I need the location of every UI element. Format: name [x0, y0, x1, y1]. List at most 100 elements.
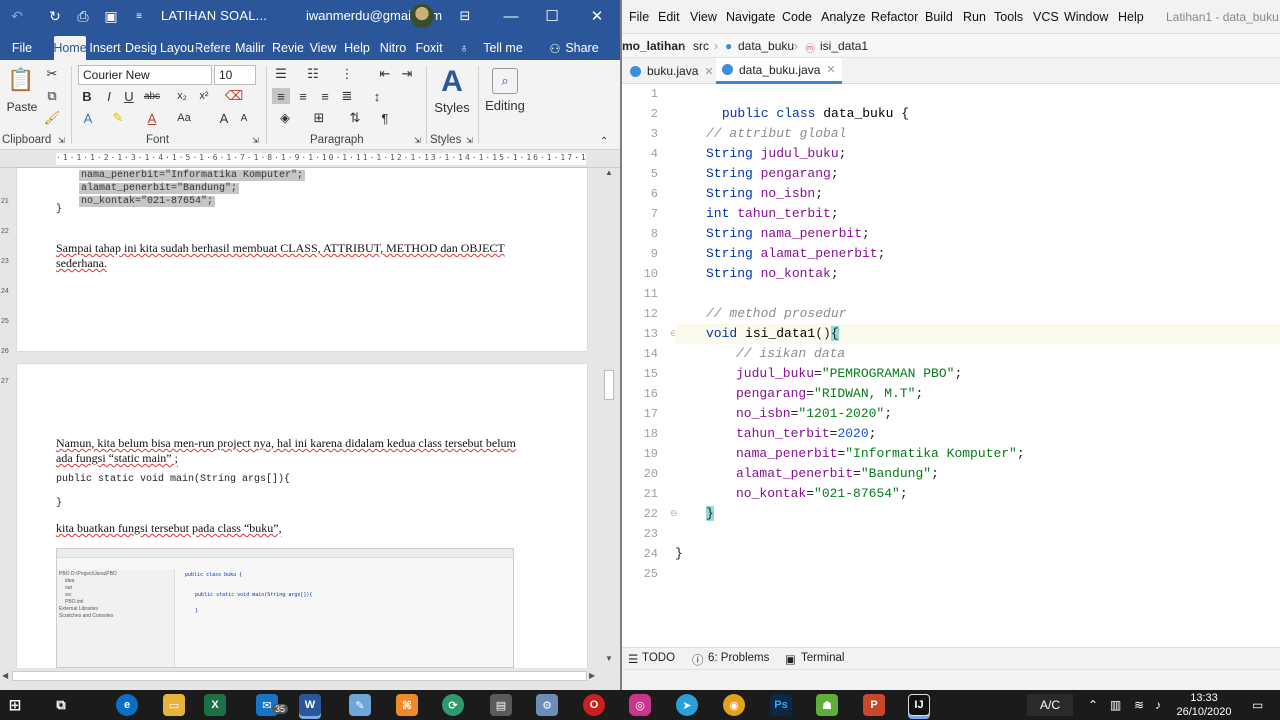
font-color-icon[interactable]: A: [144, 110, 160, 126]
paragraph-launcher-icon[interactable]: ⇲: [414, 136, 421, 145]
underline-icon[interactable]: U: [122, 88, 136, 104]
volume-icon[interactable]: ♪: [1155, 698, 1161, 712]
sort-icon[interactable]: ⇅: [346, 110, 364, 126]
scroll-left-icon[interactable]: ◀: [2, 671, 8, 680]
menu-tools[interactable]: Tools: [994, 10, 1023, 24]
customize-toolbar-icon[interactable]: ≡: [128, 6, 150, 26]
shrink-font-icon[interactable]: A: [236, 110, 252, 126]
scroll-up-icon[interactable]: ▲: [605, 168, 613, 177]
tab-foxit[interactable]: Foxit: [412, 36, 446, 60]
app-icon[interactable]: ⌘: [396, 694, 418, 716]
tab-layout[interactable]: Layou: [160, 36, 194, 60]
tab-insert[interactable]: Insert: [88, 36, 122, 60]
vertical-scrollbar[interactable]: ▲ ▼: [601, 168, 617, 668]
excel-icon[interactable]: X: [204, 694, 226, 716]
undo-icon[interactable]: ↶: [6, 6, 28, 26]
copy-icon[interactable]: ⧉: [44, 88, 60, 104]
tab-file[interactable]: File: [4, 36, 40, 60]
redo-icon[interactable]: ↻: [44, 6, 66, 26]
tab-mailings[interactable]: Mailir: [232, 36, 268, 60]
breadcrumb-src[interactable]: src: [693, 39, 709, 53]
horizontal-scrollbar[interactable]: ◀ ▶: [0, 668, 601, 684]
numbering-icon[interactable]: ☷: [304, 66, 322, 82]
clock[interactable]: 13:33 26/10/2020: [1176, 691, 1232, 719]
document-page[interactable]: nama_penerbit="Informatika Komputer"; al…: [17, 168, 587, 351]
menu-navigate[interactable]: Navigate: [726, 10, 775, 24]
tab-view[interactable]: View: [308, 36, 338, 60]
powerpoint-icon[interactable]: P: [863, 694, 885, 716]
opera-icon[interactable]: O: [583, 694, 605, 716]
styles-launcher-icon[interactable]: ⇲: [466, 136, 473, 145]
tab-home[interactable]: Home: [54, 36, 86, 60]
find-magnifier-icon[interactable]: ⌕: [492, 68, 518, 94]
align-right-icon[interactable]: ≡: [316, 88, 334, 104]
avatar[interactable]: [410, 4, 434, 28]
print-preview-icon[interactable]: ⎙: [72, 6, 94, 26]
start-icon[interactable]: ⊞: [4, 694, 26, 716]
menu-build[interactable]: Build: [925, 10, 953, 24]
cut-icon[interactable]: ✂: [44, 66, 60, 82]
scroll-right-icon[interactable]: ▶: [589, 671, 595, 680]
show-marks-icon[interactable]: ¶: [376, 110, 394, 126]
tool-todo[interactable]: TODO: [642, 652, 675, 664]
intellij-icon[interactable]: IJ: [908, 694, 930, 716]
align-center-icon[interactable]: ≡: [294, 88, 312, 104]
telegram-icon[interactable]: ➤: [676, 694, 698, 716]
styles-button[interactable]: Styles: [432, 100, 472, 115]
breadcrumb-method[interactable]: isi_data1: [820, 39, 868, 53]
collapse-ribbon-icon[interactable]: ⌃: [600, 136, 608, 147]
clear-formatting-icon[interactable]: ⌫: [225, 88, 243, 104]
maximize-icon[interactable]: ☐: [537, 4, 567, 28]
word-icon[interactable]: W: [299, 694, 321, 716]
tool-problems[interactable]: 6: Problems: [708, 652, 769, 664]
menu-file[interactable]: File: [629, 10, 649, 24]
menu-code[interactable]: Code: [782, 10, 812, 24]
menu-help[interactable]: Help: [1118, 10, 1144, 24]
tool-terminal[interactable]: Terminal: [801, 652, 844, 664]
strikethrough-icon[interactable]: abc: [142, 88, 162, 104]
tell-me-search[interactable]: Tell me: [480, 36, 526, 60]
borders-icon[interactable]: ⊞: [310, 110, 328, 126]
menu-view[interactable]: View: [690, 10, 717, 24]
task-view-icon[interactable]: ⧉: [50, 694, 72, 716]
breadcrumb-class[interactable]: data_buku: [738, 39, 794, 53]
menu-run[interactable]: Run: [963, 10, 986, 24]
scroll-thumb[interactable]: [12, 671, 587, 681]
app-icon[interactable]: ⚙: [536, 694, 558, 716]
document-page[interactable]: Namun, kita belum bisa men-run project n…: [17, 364, 587, 668]
bullets-icon[interactable]: ☰: [272, 66, 290, 82]
notepad-icon[interactable]: ✎: [349, 694, 371, 716]
change-case-icon[interactable]: Aa: [176, 110, 192, 126]
text-effects-icon[interactable]: A: [80, 110, 96, 126]
chrome-icon[interactable]: ◉: [723, 694, 745, 716]
code-editor[interactable]: public class data_buku { // attribut glo…: [675, 84, 1280, 640]
network-icon[interactable]: ▥: [1110, 698, 1121, 712]
editing-button[interactable]: Editing: [484, 98, 526, 113]
horizontal-ruler[interactable]: ·1·1·1·2·1·3·1·4·1·5·1·6·1·7·1·8·1·9·1·1…: [0, 150, 620, 168]
line-number-gutter[interactable]: 1 2 3 4 5 6 7 8 9 10 11 12 13 14 15 16 17 18 19 20 21 22 23 24 2…: [622, 84, 670, 640]
line-spacing-icon[interactable]: ↕: [368, 88, 386, 104]
superscript-icon[interactable]: x²: [196, 88, 212, 104]
styles-gallery-icon[interactable]: A: [436, 65, 468, 98]
tab-help[interactable]: Help: [342, 36, 372, 60]
tab-design[interactable]: Desig: [124, 36, 158, 60]
app-icon[interactable]: ⟳: [442, 694, 464, 716]
italic-icon[interactable]: I: [102, 88, 116, 104]
font-size-box[interactable]: 10: [214, 65, 256, 85]
photoshop-icon[interactable]: Ps: [770, 694, 792, 716]
menu-analyze[interactable]: Analyze: [821, 10, 865, 24]
font-launcher-icon[interactable]: ⇲: [252, 136, 259, 145]
file-explorer-icon[interactable]: ▭: [163, 694, 185, 716]
justify-icon[interactable]: ≣: [338, 88, 356, 104]
menu-window[interactable]: Window: [1064, 10, 1108, 24]
multilevel-list-icon[interactable]: ⋮: [338, 66, 356, 82]
close-tab-icon[interactable]: ✕: [826, 63, 835, 76]
vertical-ruler[interactable]: 21 22 23 24 25 26 27: [0, 168, 12, 668]
tab-data-buku-java[interactable]: data_buku.java ✕: [716, 58, 842, 84]
breadcrumb-project[interactable]: mo_latihan: [622, 39, 685, 53]
tab-references[interactable]: Refere: [196, 36, 230, 60]
edge-icon[interactable]: e: [116, 694, 138, 716]
font-name-box[interactable]: Courier New: [78, 65, 212, 85]
scroll-down-icon[interactable]: ▼: [605, 654, 613, 663]
tab-nitro[interactable]: Nitro: [376, 36, 410, 60]
